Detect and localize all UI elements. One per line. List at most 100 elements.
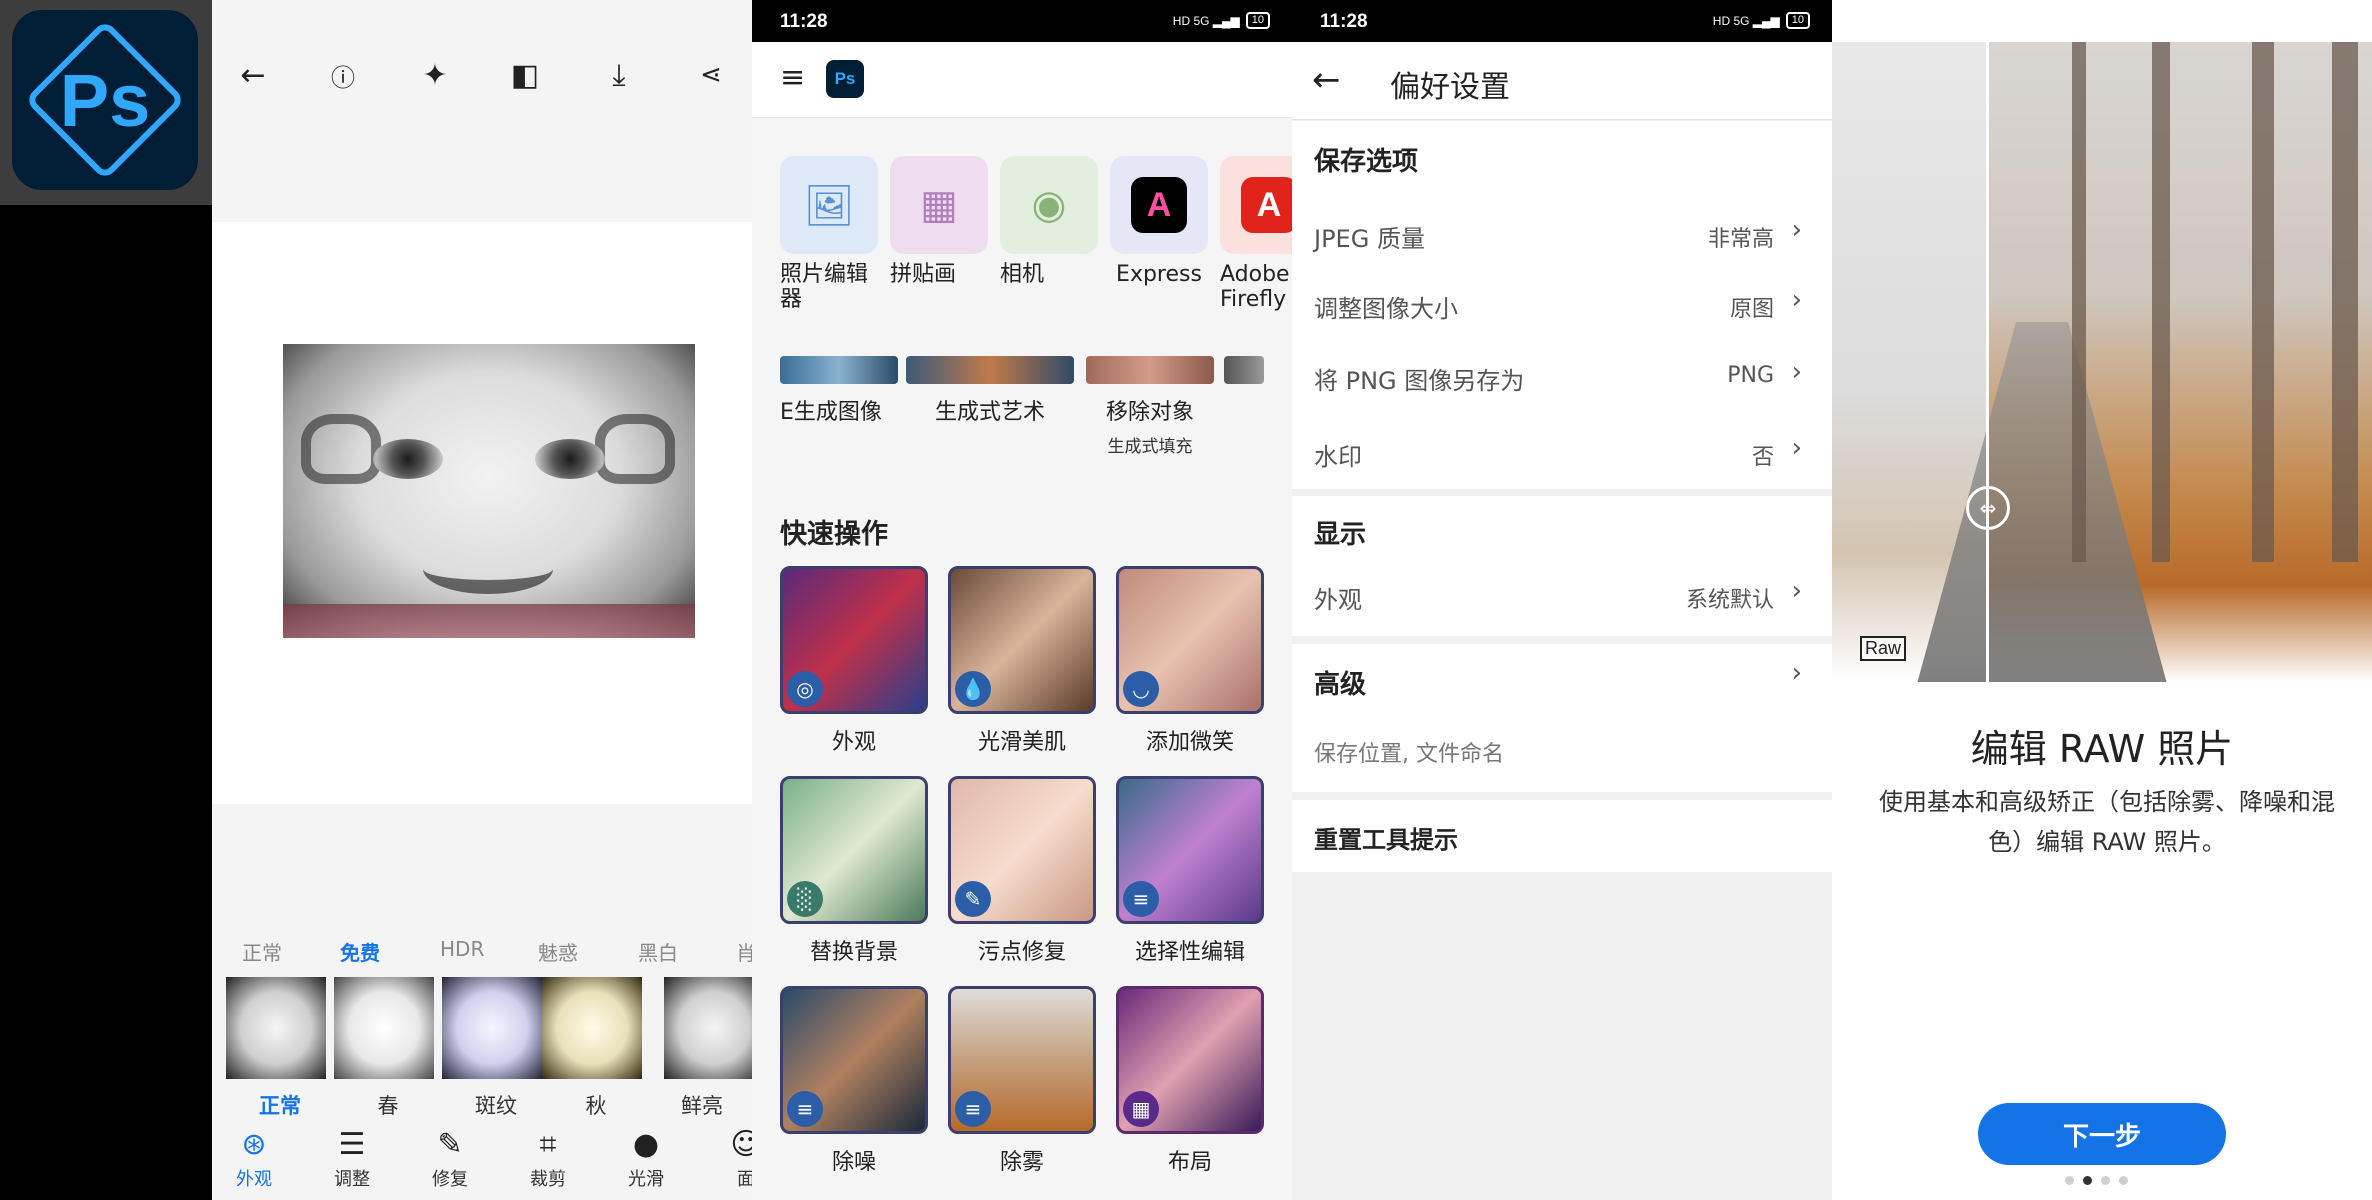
app-card-label: Express bbox=[1116, 262, 1202, 287]
filter-category-tab[interactable]: 黑白 bbox=[638, 937, 678, 966]
magic-wand-icon[interactable]: ✦ bbox=[416, 56, 454, 94]
app-card-camera[interactable]: ◉ 相机 bbox=[1000, 156, 1098, 287]
back-arrow-icon[interactable]: ← bbox=[1312, 60, 1341, 100]
tool-label: 光滑 bbox=[628, 1169, 664, 1190]
filter-thumbnail[interactable] bbox=[334, 977, 434, 1079]
tool-crop[interactable]: ⌗ 裁剪 bbox=[516, 1127, 580, 1191]
chevron-right-icon: › bbox=[1791, 576, 1802, 606]
preferences-app-bar: ← 偏好设置 bbox=[1292, 42, 1832, 120]
filter-category-tab[interactable]: 免费 bbox=[340, 937, 380, 966]
filter-thumbnail[interactable] bbox=[664, 977, 764, 1079]
filter-name[interactable]: 鲜亮 bbox=[652, 1090, 752, 1120]
quick-action-image: ≡ bbox=[948, 986, 1096, 1134]
setting-label: 调整图像大小 bbox=[1314, 295, 1458, 323]
quick-action-selective-edit[interactable]: ≡ 选择性编辑 bbox=[1116, 776, 1264, 966]
quick-action-image: ◎ bbox=[780, 566, 928, 714]
layout-icon: ▦ bbox=[1123, 1091, 1159, 1127]
quick-action-label: 除雾 bbox=[999, 1150, 1044, 1175]
feature-card[interactable]: 移除对象 生成式填充 bbox=[1086, 356, 1214, 457]
setting-label: JPEG 质量 bbox=[1314, 225, 1425, 253]
filter-name[interactable]: 正常 bbox=[230, 1090, 330, 1120]
tool-looks[interactable]: ⊛ 外观 bbox=[222, 1127, 286, 1191]
chevron-right-icon: › bbox=[1791, 433, 1802, 463]
quick-action-image: ✎ bbox=[948, 776, 1096, 924]
quick-action-add-smile[interactable]: ◡ 添加微笑 bbox=[1116, 566, 1264, 756]
app-card-express[interactable]: A Express bbox=[1110, 156, 1208, 287]
feature-thumbnail bbox=[780, 356, 898, 384]
next-button[interactable]: 下一步 bbox=[1978, 1103, 2226, 1165]
filter-category-tab[interactable]: 正常 bbox=[242, 937, 282, 966]
filter-category-tab[interactable]: HDR bbox=[440, 937, 484, 961]
status-icons: HD 5G ▂▄▆ 10 bbox=[1713, 12, 1810, 29]
share-icon[interactable]: ⋖ bbox=[692, 56, 730, 94]
png-save-as-row[interactable]: 将 PNG 图像另存为 PNG › bbox=[1292, 339, 1832, 411]
app-card-collage[interactable]: ▦ 拼贴画 bbox=[890, 156, 988, 287]
onboarding-description: 使用基本和高级矫正（包括除雾、降噪和混色）编辑 RAW 照片。 bbox=[1879, 788, 2335, 856]
page-dot bbox=[2119, 1176, 2128, 1185]
watermark-row[interactable]: 水印 否 › bbox=[1292, 415, 1832, 487]
filter-name[interactable]: 秋 bbox=[546, 1090, 646, 1120]
quick-action-looks[interactable]: ◎ 外观 bbox=[780, 566, 928, 756]
reset-tooltips-row[interactable]: 重置工具提示 bbox=[1292, 800, 1832, 872]
status-bar: 11:28 HD 5G ▂▄▆ 10 bbox=[752, 0, 1292, 42]
status-icons: HD 5G ▂▄▆ 10 bbox=[1173, 12, 1270, 29]
photo-detail bbox=[373, 439, 443, 479]
filter-names: 正常 春 斑纹 秋 鲜亮 bbox=[212, 1085, 752, 1125]
photo-canvas[interactable] bbox=[212, 222, 752, 804]
advanced-section[interactable]: 高级 › 保存位置, 文件命名 bbox=[1292, 644, 1832, 792]
compare-slider-handle-icon[interactable]: ⇔ bbox=[1966, 486, 2010, 530]
setting-value: 原图 bbox=[1729, 297, 1774, 322]
resize-image-row[interactable]: 调整图像大小 原图 › bbox=[1292, 267, 1832, 339]
quick-action-dehaze[interactable]: ≡ 除雾 bbox=[948, 986, 1096, 1176]
quick-action-smooth-skin[interactable]: 💧 光滑美肌 bbox=[948, 566, 1096, 756]
tool-heal[interactable]: ✎ 修复 bbox=[418, 1127, 482, 1191]
feature-card[interactable]: E生成图像 bbox=[780, 356, 898, 426]
quick-action-label: 外观 bbox=[831, 730, 876, 755]
hamburger-menu-icon[interactable]: ≡ bbox=[780, 63, 810, 94]
app-card-firefly[interactable]: A Adobe Firefly bbox=[1220, 156, 1292, 312]
raw-comparison-photo[interactable]: ⇔ bbox=[1832, 42, 2372, 682]
feature-thumbnail bbox=[906, 356, 1074, 384]
tool-smooth[interactable]: ● 光滑 bbox=[614, 1127, 678, 1191]
bandage-icon: ✎ bbox=[955, 881, 991, 917]
feature-card[interactable] bbox=[1224, 356, 1264, 384]
background-icon: ░ bbox=[787, 881, 823, 917]
sliders-icon: ≡ bbox=[787, 1091, 823, 1127]
filter-thumbnail[interactable] bbox=[542, 977, 642, 1079]
tool-adjust[interactable]: ☰ 调整 bbox=[320, 1127, 384, 1191]
filter-name[interactable]: 春 bbox=[338, 1090, 438, 1120]
raw-label: Raw bbox=[1860, 636, 1907, 661]
photo-detail bbox=[2252, 42, 2274, 562]
section-heading: 显示 bbox=[1314, 520, 1367, 550]
filter-thumbnail[interactable] bbox=[442, 977, 542, 1079]
app-card-photo-editor[interactable]: 🖼 照片编辑器 bbox=[780, 156, 878, 312]
express-icon: A bbox=[1110, 156, 1208, 254]
filter-thumbnail[interactable] bbox=[226, 977, 326, 1079]
photo-detail bbox=[535, 439, 605, 479]
quick-action-label: 替换背景 bbox=[809, 940, 898, 965]
quick-action-layout[interactable]: ▦ 布局 bbox=[1116, 986, 1264, 1176]
jpeg-quality-row[interactable]: JPEG 质量 非常高 › bbox=[1292, 197, 1832, 269]
quick-action-denoise[interactable]: ≡ 除噪 bbox=[780, 986, 928, 1176]
quick-action-replace-bg[interactable]: ░ 替换背景 bbox=[780, 776, 928, 966]
feature-card[interactable]: 生成式艺术 bbox=[906, 356, 1074, 426]
compare-icon[interactable]: ◧ bbox=[506, 56, 544, 94]
filter-category-tab[interactable]: 魅惑 bbox=[538, 937, 578, 966]
filter-name[interactable]: 斑纹 bbox=[446, 1090, 546, 1120]
setting-value: 否 bbox=[1751, 445, 1774, 470]
feature-sublabel: 生成式填充 bbox=[1107, 437, 1193, 457]
tool-label: 调整 bbox=[334, 1169, 370, 1190]
app-card-label: 相机 bbox=[1000, 262, 1045, 287]
smile-icon: ◡ bbox=[1123, 671, 1159, 707]
status-time: 11:28 bbox=[1320, 11, 1368, 32]
download-icon[interactable]: ⤓ bbox=[600, 56, 638, 94]
quick-action-label: 添加微笑 bbox=[1145, 730, 1234, 755]
drop-icon: ● bbox=[632, 1127, 660, 1162]
display-section: 显示 外观 系统默认 › bbox=[1292, 496, 1832, 636]
help-icon[interactable]: ⓘ bbox=[324, 56, 362, 94]
preferences-screen: 11:28 HD 5G ▂▄▆ 10 ← 偏好设置 保存选项 JPEG 质量 非… bbox=[1292, 0, 1832, 1200]
back-arrow-icon[interactable]: ← bbox=[234, 56, 272, 94]
photo-detail bbox=[423, 544, 553, 594]
appearance-row[interactable]: 外观 系统默认 › bbox=[1292, 558, 1832, 630]
quick-action-spot-heal[interactable]: ✎ 污点修复 bbox=[948, 776, 1096, 966]
